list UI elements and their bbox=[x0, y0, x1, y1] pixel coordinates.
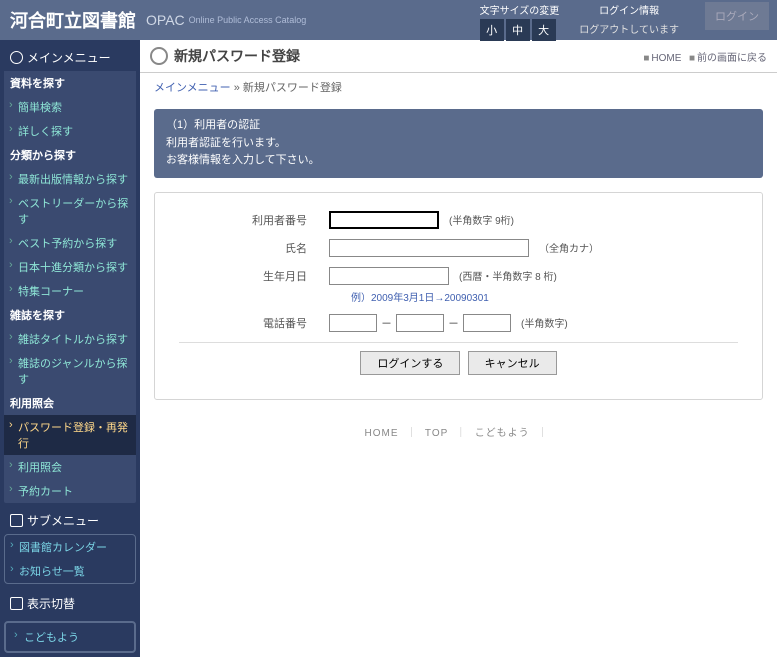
tel-input-1[interactable] bbox=[329, 314, 377, 332]
display-switch-title: 表示切替 bbox=[4, 590, 136, 617]
tel-sep: － bbox=[448, 315, 459, 331]
font-small-button[interactable]: 小 bbox=[480, 19, 504, 41]
sidebar-item-news[interactable]: お知らせ一覧 bbox=[5, 559, 135, 583]
head-links: ■HOME ■前の画面に戻る bbox=[641, 49, 767, 64]
birth-example: 例）2009年3月1日→20090301 bbox=[351, 289, 738, 304]
tel-sep: － bbox=[381, 315, 392, 331]
login-info-box: ログイン情報 ログアウトしています bbox=[579, 2, 679, 36]
menu-group-header: 資料を探す bbox=[4, 71, 136, 95]
sidebar-item-feature[interactable]: 特集コーナー bbox=[4, 279, 136, 303]
home-link[interactable]: HOME bbox=[651, 53, 681, 64]
login-status: ログアウトしています bbox=[579, 21, 679, 36]
footer-top[interactable]: TOP bbox=[425, 428, 448, 439]
breadcrumb-current: 新規パスワード登録 bbox=[243, 82, 342, 94]
main-area: 新規パスワード登録 ■HOME ■前の画面に戻る メインメニュー » 新規パスワ… bbox=[140, 40, 777, 657]
page-title: 新規パスワード登録 bbox=[174, 46, 300, 66]
sidebar: メインメニュー 資料を探す 簡単検索 詳しく探す 分類から探す 最新出版情報から… bbox=[0, 40, 140, 657]
sidebar-item-magtitle[interactable]: 雑誌タイトルから探す bbox=[4, 327, 136, 351]
info-line1: （1）利用者の認証 bbox=[166, 117, 751, 135]
submit-button[interactable]: ログインする bbox=[360, 351, 460, 375]
tel-input-3[interactable] bbox=[463, 314, 511, 332]
user-no-input[interactable] bbox=[329, 211, 439, 229]
footer-sep: ｜ bbox=[406, 428, 417, 439]
main-menu-title: メインメニュー bbox=[4, 44, 136, 71]
sidebar-item-bestreserve[interactable]: ベスト予約から探す bbox=[4, 231, 136, 255]
sidebar-item-bestreader[interactable]: ベストリーダーから探す bbox=[4, 191, 136, 231]
footer-kids[interactable]: こどもよう bbox=[475, 428, 530, 439]
font-size-box: 文字サイズの変更 小 中 大 bbox=[480, 2, 560, 41]
login-form: 利用者番号 (半角数字 9桁) 氏名 （全角カナ） 生年月日 bbox=[154, 192, 763, 400]
name-label: 氏名 bbox=[179, 240, 329, 256]
font-size-label: 文字サイズの変更 bbox=[480, 2, 560, 17]
global-header: 河合町立図書館 OPAC Online Public Access Catalo… bbox=[0, 0, 777, 40]
login-info-label: ログイン情報 bbox=[579, 2, 679, 17]
sidebar-item-usage[interactable]: 利用照会 bbox=[4, 455, 136, 479]
font-mid-button[interactable]: 中 bbox=[506, 19, 530, 41]
footer-home[interactable]: HOME bbox=[365, 428, 399, 439]
opac-subtitle: Online Public Access Catalog bbox=[189, 15, 307, 25]
login-button[interactable]: ログイン bbox=[705, 2, 769, 30]
sidebar-item-simple-search[interactable]: 簡単検索 bbox=[4, 95, 136, 119]
footer-links: HOME ｜ TOP ｜ こどもよう ｜ bbox=[154, 424, 763, 439]
sidebar-item-cart[interactable]: 予約カート bbox=[4, 479, 136, 503]
sidebar-item-newpub[interactable]: 最新出版情報から探す bbox=[4, 167, 136, 191]
tel-label: 電話番号 bbox=[179, 315, 329, 331]
user-no-label: 利用者番号 bbox=[179, 212, 329, 228]
birth-input[interactable] bbox=[329, 267, 449, 285]
user-no-hint: (半角数字 9桁) bbox=[449, 212, 514, 227]
back-link[interactable]: 前の画面に戻る bbox=[697, 53, 767, 64]
info-line3: お客様情報を入力して下さい。 bbox=[166, 152, 751, 170]
footer-sep: ｜ bbox=[456, 428, 467, 439]
menu-group-header: 分類から探す bbox=[4, 143, 136, 167]
name-hint: （全角カナ） bbox=[539, 240, 599, 255]
birth-label: 生年月日 bbox=[179, 268, 329, 284]
kids-box[interactable]: こどもよう bbox=[4, 621, 136, 653]
name-input[interactable] bbox=[329, 239, 529, 257]
opac-label: OPAC bbox=[146, 12, 185, 28]
tel-input-2[interactable] bbox=[396, 314, 444, 332]
sub-menu-title: サブメニュー bbox=[4, 507, 136, 534]
breadcrumb-root[interactable]: メインメニュー bbox=[154, 82, 231, 94]
sidebar-item-ndc[interactable]: 日本十進分類から探す bbox=[4, 255, 136, 279]
breadcrumb-sep: » bbox=[234, 82, 240, 94]
info-box: （1）利用者の認証 利用者認証を行います。 お客様情報を入力して下さい。 bbox=[154, 109, 763, 178]
sidebar-item-maggenre[interactable]: 雑誌のジャンルから探す bbox=[4, 351, 136, 391]
menu-group-header: 利用照会 bbox=[4, 391, 136, 415]
sidebar-item-kids[interactable]: こどもよう bbox=[14, 629, 126, 645]
footer-sep: ｜ bbox=[537, 428, 548, 439]
menu-group-header: 雑誌を探す bbox=[4, 303, 136, 327]
site-title: 河合町立図書館 bbox=[10, 7, 136, 33]
breadcrumb: メインメニュー » 新規パスワード登録 bbox=[140, 73, 777, 101]
font-large-button[interactable]: 大 bbox=[532, 19, 556, 41]
info-line2: 利用者認証を行います。 bbox=[166, 135, 751, 153]
sidebar-item-adv-search[interactable]: 詳しく探す bbox=[4, 119, 136, 143]
sidebar-item-password[interactable]: パスワード登録・再発行 bbox=[4, 415, 136, 455]
cancel-button[interactable]: キャンセル bbox=[468, 351, 557, 375]
tel-hint: (半角数字) bbox=[521, 315, 568, 330]
birth-hint: (西暦・半角数字 8 桁) bbox=[459, 268, 557, 283]
sidebar-item-calendar[interactable]: 図書館カレンダー bbox=[5, 535, 135, 559]
